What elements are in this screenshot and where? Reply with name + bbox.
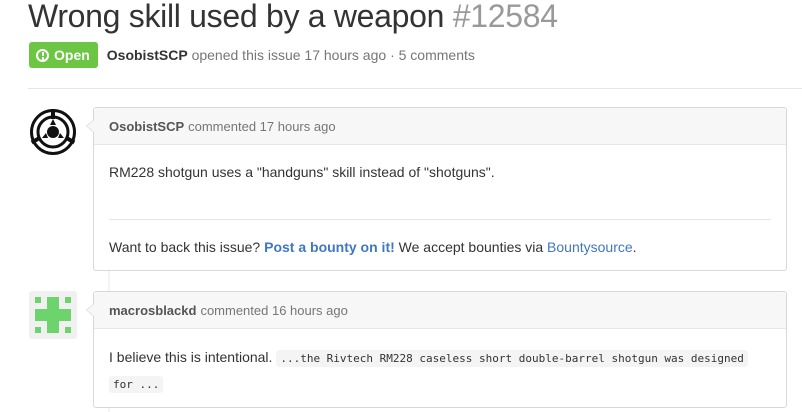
inline-code-quote: ...the Rivtech RM228 caseless short doub… [276,350,748,367]
issue-number: #12584 [452,0,558,34]
avatar-macrosblackd[interactable] [29,291,77,339]
scp-foundation-logo-icon [29,108,77,156]
issue-state-label: Open [54,47,90,63]
comment-body: RM228 shotgun uses a "handguns" skill in… [94,145,786,255]
comment-header: OsobistSCP commented 17 hours ago [86,108,786,145]
issue-meta-text: OsobistSCP opened this issue 17 hours ag… [107,47,475,63]
issue-opened-text: opened this issue 17 hours ago [191,47,387,63]
issue-state-badge: Open [29,42,98,68]
issue-meta: Open OsobistSCP opened this issue 17 hou… [29,42,475,68]
bounty-middle: We accept bounties via [398,239,544,255]
comment-text: I believe this is intentional. [109,349,273,365]
header-divider [28,88,802,89]
meta-separator: · [390,47,395,63]
avatar-osobistscp[interactable] [29,108,77,156]
comment-1: OsobistSCP commented 17 hours ago RM228 … [86,107,787,271]
comment-2: macrosblackd commented 16 hours ago I be… [86,291,787,408]
comments-count: 5 comments [398,47,475,63]
post-bounty-link[interactable]: Post a bounty on it! [264,239,395,255]
comment-text: RM228 shotgun uses a "handguns" skill in… [109,164,495,180]
inline-code-quote-cont: for ... [109,376,164,393]
comment-timestamp[interactable]: commented 16 hours ago [200,303,347,318]
issue-title-text: Wrong skill used by a weapon [28,0,445,34]
comment-header: macrosblackd commented 16 hours ago [86,292,786,329]
comment-author[interactable]: macrosblackd [109,303,196,318]
bounty-notice: Want to back this issue? Post a bounty o… [109,220,771,255]
bounty-prefix: Want to back this issue? [109,239,261,255]
bountysource-link[interactable]: Bountysource [547,239,633,255]
comment-author[interactable]: OsobistSCP [109,119,184,134]
identicon-avatar-icon [29,291,77,339]
comment-timestamp[interactable]: commented 17 hours ago [188,119,335,134]
issue-opened-icon [36,48,49,62]
comment-body: I believe this is intentional. ...the Ri… [94,329,786,397]
bounty-suffix: . [632,239,637,255]
issue-author-link[interactable]: OsobistSCP [107,47,188,63]
issue-title: Wrong skill used by a weapon #12584 [28,0,558,35]
